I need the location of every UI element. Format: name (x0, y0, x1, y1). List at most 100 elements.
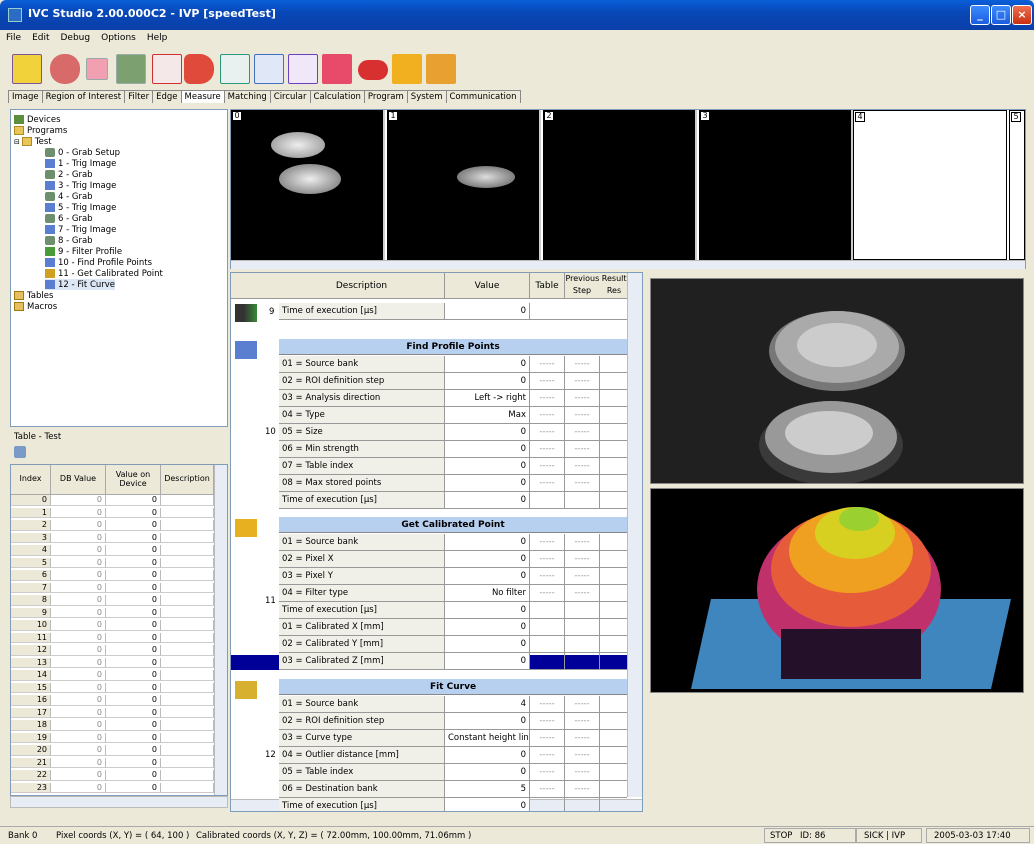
menu-file[interactable]: File (0, 30, 26, 43)
param-value[interactable]: 0 (445, 551, 530, 567)
row-index[interactable]: 12 (11, 645, 51, 656)
grid-row[interactable]: 07 = Table index 0 ----- ----- (279, 458, 627, 475)
description-cell[interactable] (161, 657, 214, 669)
db-value-cell[interactable]: 0 (51, 632, 106, 644)
tree-item-step[interactable]: 8 - Grab (45, 235, 93, 246)
col-header-table[interactable]: Table (530, 273, 565, 299)
grid-row[interactable]: 06 = Min strength 0 ----- ----- (279, 441, 627, 458)
tree-item-step[interactable]: 1 - Trig Image (45, 158, 116, 169)
device-value-cell[interactable]: 0 (106, 507, 161, 519)
row-index[interactable]: 8 (11, 595, 51, 606)
tree-item-step[interactable]: 10 - Find Profile Points (45, 257, 152, 268)
param-value[interactable]: 0 (445, 475, 530, 491)
tree-item-step[interactable]: 11 - Get Calibrated Point (45, 268, 163, 279)
filter-tool-icon[interactable] (116, 54, 146, 84)
maximize-button[interactable]: □ (991, 5, 1011, 25)
description-cell[interactable] (161, 707, 214, 719)
db-value-cell[interactable]: 0 (51, 695, 106, 706)
image-bank-thumb[interactable]: 2 (543, 110, 697, 260)
grid-row[interactable]: 01 = Source bank 4 ----- ----- (279, 696, 627, 713)
row-index[interactable]: 22 (11, 770, 51, 781)
grid-row[interactable]: 01 = Calibrated X [mm] 0 (279, 619, 627, 636)
row-index[interactable]: 19 (11, 732, 51, 744)
param-value[interactable]: 0 (445, 798, 530, 811)
col-header-db-value[interactable]: DB Value (51, 465, 106, 495)
grid-row[interactable]: 03 = Calibrated Z [mm] 0 (279, 653, 627, 670)
db-value-cell[interactable]: 0 (51, 645, 106, 656)
col-header-value[interactable]: Value (445, 273, 530, 299)
save-icon[interactable] (14, 446, 26, 458)
description-cell[interactable] (161, 545, 214, 556)
db-value-cell[interactable]: 0 (51, 495, 106, 506)
param-value[interactable]: 0 (445, 602, 530, 618)
close-button[interactable]: × (1012, 5, 1032, 25)
description-cell[interactable] (161, 757, 214, 769)
db-value-cell[interactable]: 0 (51, 732, 106, 744)
horizontal-scrollbar[interactable] (10, 796, 228, 808)
tab-calculation[interactable]: Calculation (309, 90, 365, 103)
db-value-cell[interactable]: 0 (51, 682, 106, 694)
tab-matching[interactable]: Matching (223, 90, 271, 103)
col-header-index[interactable]: Index (11, 465, 51, 495)
collapse-icon[interactable]: ⊟ (14, 138, 20, 146)
param-value[interactable]: 0 (445, 764, 530, 780)
row-index[interactable]: 15 (11, 682, 51, 694)
description-cell[interactable] (161, 532, 214, 544)
device-value-cell[interactable]: 0 (106, 707, 161, 719)
param-value[interactable]: 0 (445, 653, 530, 669)
description-cell[interactable] (161, 520, 214, 531)
row-index[interactable]: 1 (11, 507, 51, 519)
param-value[interactable]: Left -> right (445, 390, 530, 406)
tab-roi[interactable]: Region of Interest (41, 90, 126, 103)
col-header-description[interactable]: Description (279, 273, 445, 299)
roi-tool-icon[interactable] (86, 58, 108, 80)
db-value-cell[interactable]: 0 (51, 607, 106, 619)
device-value-cell[interactable]: 0 (106, 632, 161, 644)
device-value-cell[interactable]: 0 (106, 670, 161, 681)
measure-tool-icon[interactable] (184, 54, 214, 84)
db-value-cell[interactable]: 0 (51, 507, 106, 519)
description-cell[interactable] (161, 495, 214, 506)
db-value-cell[interactable]: 0 (51, 545, 106, 556)
param-value[interactable]: 0 (445, 636, 530, 652)
db-value-cell[interactable]: 0 (51, 757, 106, 769)
col-header-device-value[interactable]: Value on Device (106, 465, 161, 495)
blob-tool-icon[interactable] (50, 54, 80, 84)
grid-row[interactable]: 04 = Filter type No filter ----- ----- (279, 585, 627, 602)
tree-item-devices[interactable]: Devices (14, 114, 61, 125)
tab-communication[interactable]: Communication (445, 90, 521, 103)
param-value[interactable]: No filter (445, 585, 530, 601)
menu-edit[interactable]: Edit (26, 30, 54, 43)
db-value-cell[interactable]: 0 (51, 520, 106, 531)
points-tool-icon[interactable] (220, 54, 250, 84)
grid-row[interactable]: 02 = ROI definition step 0 ----- ----- (279, 713, 627, 730)
param-value[interactable]: 0 (445, 373, 530, 389)
warning-tool-icon[interactable] (392, 54, 422, 84)
grid-row[interactable]: 05 = Size 0 ----- ----- (279, 424, 627, 441)
image-bank-thumb[interactable]: 3 (699, 110, 853, 260)
grid-row[interactable]: 08 = Max stored points 0 ----- ----- (279, 475, 627, 492)
grid-row[interactable]: 04 = Type Max ----- ----- (279, 407, 627, 424)
param-value[interactable]: 0 (445, 424, 530, 440)
grid-row[interactable]: Time of execution [µs] 0 (279, 303, 627, 320)
tree-item-step[interactable]: 7 - Trig Image (45, 224, 116, 235)
tab-filter[interactable]: Filter (124, 90, 154, 103)
vertical-scrollbar[interactable] (214, 465, 227, 795)
db-value-cell[interactable]: 0 (51, 670, 106, 681)
grid-row[interactable]: 01 = Source bank 0 ----- ----- (279, 356, 627, 373)
row-index[interactable]: 23 (11, 782, 51, 794)
tree-item-step[interactable]: 2 - Grab (45, 169, 93, 180)
row-index[interactable]: 7 (11, 582, 51, 594)
tree-item-step[interactable]: 9 - Filter Profile (45, 246, 122, 257)
grid-row[interactable]: 01 = Source bank 0 ----- ----- (279, 534, 627, 551)
param-value[interactable]: 0 (445, 492, 530, 508)
live-image-view[interactable] (650, 278, 1024, 485)
db-value-cell[interactable]: 0 (51, 745, 106, 756)
description-cell[interactable] (161, 595, 214, 606)
param-value[interactable]: 0 (445, 747, 530, 763)
description-cell[interactable] (161, 782, 214, 794)
tab-circular[interactable]: Circular (269, 90, 311, 103)
param-value[interactable]: 0 (445, 356, 530, 372)
tab-program[interactable]: Program (363, 90, 408, 103)
grid-row[interactable]: Time of execution [µs] 0 (279, 492, 627, 509)
